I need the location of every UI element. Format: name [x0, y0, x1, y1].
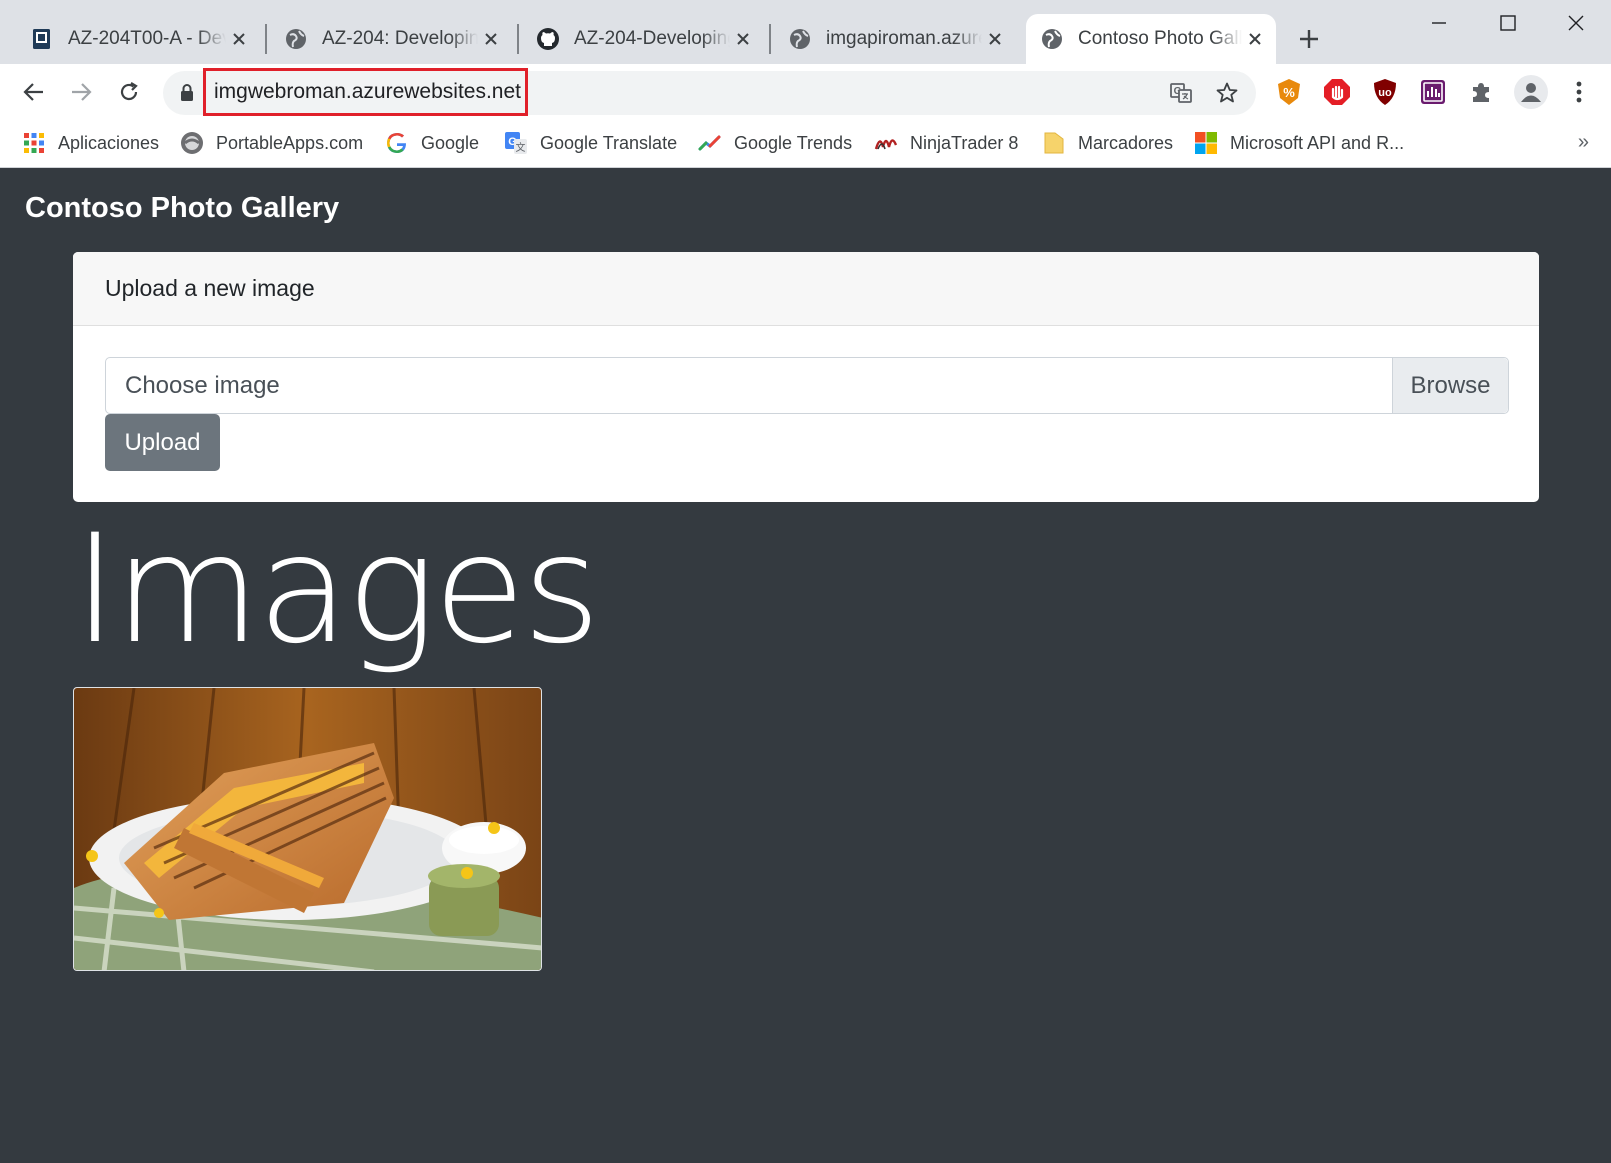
bookmark-portableapps[interactable]: PortableApps.com: [180, 127, 363, 159]
close-icon[interactable]: [1242, 26, 1268, 52]
close-icon[interactable]: [478, 26, 504, 52]
bookmark-ninjatrader[interactable]: NinjaTrader 8: [874, 127, 1018, 159]
forward-button[interactable]: [63, 74, 99, 110]
translate-page-button[interactable]: G: [1167, 79, 1195, 107]
tab-imgapiroman[interactable]: imgapiroman.azurewebsites: [774, 14, 1016, 64]
bookmark-star-button[interactable]: [1213, 79, 1241, 107]
images-heading: Images: [73, 503, 601, 677]
upload-card: Upload a new image Choose image Browse U…: [73, 252, 1539, 502]
tab-label: AZ-204T00-A - Developing: [68, 28, 226, 49]
bookmark-google-trends[interactable]: Google Trends: [698, 127, 852, 159]
tab-label: AZ-204: Developing: [322, 28, 478, 49]
tab-github-az204[interactable]: AZ-204-Developing: [522, 14, 764, 64]
sandwich-photo: [74, 688, 541, 970]
upload-card-header: Upload a new image: [73, 252, 1539, 326]
minimize-button[interactable]: [1424, 8, 1454, 38]
svg-text:%: %: [1283, 85, 1295, 100]
bookmark-label: NinjaTrader 8: [910, 132, 1019, 153]
page-content: Contoso Photo Gallery Upload a new image…: [0, 168, 1611, 1163]
avatar-icon: [1521, 83, 1541, 102]
bookmark-microsoft-api[interactable]: Microsoft API and R...: [1194, 127, 1404, 159]
tab-az204-developing[interactable]: AZ-204: Developing: [270, 14, 512, 64]
google-trends-icon: [698, 131, 722, 155]
bookmark-label: Aplicaciones: [58, 132, 160, 153]
browser-toolbar: imgwebroman.azurewebsites.net G % uo: [0, 64, 1611, 119]
arrow-left-icon: [23, 83, 43, 101]
reload-button[interactable]: [111, 74, 147, 110]
bookmark-google[interactable]: Google: [385, 127, 479, 159]
bookmarks-bar: Aplicaciones PortableApps.com Google G文 …: [0, 119, 1611, 168]
bookmark-label: PortableApps.com: [216, 132, 364, 153]
ublock-extension-icon[interactable]: uo: [1370, 77, 1400, 107]
portableapps-icon: [180, 131, 204, 155]
close-window-button[interactable]: [1561, 8, 1591, 38]
tab-divider: [265, 24, 267, 54]
bookmarks-overflow-button[interactable]: »: [1578, 131, 1589, 154]
globe-icon: [286, 29, 306, 49]
plus-icon: [1300, 30, 1318, 48]
more-vert-icon: [1576, 81, 1582, 103]
bookmark-google-translate[interactable]: G文 Google Translate: [504, 127, 677, 159]
reload-icon: [120, 82, 138, 101]
tab-divider: [769, 24, 771, 54]
github-icon: [537, 28, 559, 50]
navbar-brand[interactable]: Contoso Photo Gallery: [25, 192, 339, 225]
file-chooser-placeholder: Choose image: [125, 371, 280, 399]
microsoft-icon: [1194, 131, 1218, 155]
extensions-puzzle-button[interactable]: [1466, 77, 1496, 107]
google-translate-icon: G文: [504, 131, 528, 155]
google-icon: [385, 131, 409, 155]
url-highlight[interactable]: imgwebroman.azurewebsites.net: [203, 68, 528, 116]
browser-menu-button[interactable]: [1564, 77, 1594, 107]
bookmark-label: Microsoft API and R...: [1230, 132, 1405, 153]
close-icon[interactable]: [982, 26, 1008, 52]
analytics-extension-icon[interactable]: [1418, 77, 1448, 107]
tab-strip: AZ-204T00-A - Developing AZ-204: Develop…: [0, 0, 1611, 64]
back-button[interactable]: [16, 74, 52, 110]
bookmark-label: Google Trends: [734, 132, 853, 153]
maximize-icon: [1500, 15, 1516, 31]
lock-icon: [181, 84, 193, 101]
apps-grid-icon: [22, 131, 46, 155]
bookmark-label: Google: [421, 132, 480, 153]
minimize-icon: [1432, 22, 1446, 24]
close-icon: [1568, 15, 1584, 31]
upload-card-title: Upload a new image: [105, 275, 315, 301]
bookmark-aplicaciones[interactable]: Aplicaciones: [22, 127, 159, 159]
globe-icon: [790, 29, 810, 49]
adblock-extension-icon[interactable]: [1322, 77, 1352, 107]
url-text: imgwebroman.azurewebsites.net: [214, 80, 521, 103]
svg-text:文: 文: [516, 141, 526, 154]
browse-button[interactable]: Browse: [1392, 358, 1508, 413]
address-bar[interactable]: imgwebroman.azurewebsites.net G: [163, 68, 1256, 116]
star-icon: [1216, 82, 1238, 103]
tab-label: imgapiroman.azurewebsites: [826, 28, 982, 49]
maximize-button[interactable]: [1493, 8, 1523, 38]
tab-label: AZ-204-Developing: [574, 28, 730, 49]
profile-button[interactable]: [1514, 75, 1548, 109]
bookmark-label: Google Translate: [540, 132, 678, 153]
folder-icon: [1042, 131, 1066, 155]
translate-icon: G: [1170, 83, 1192, 103]
bookmark-marcadores-folder[interactable]: Marcadores: [1042, 127, 1173, 159]
ninjatrader-icon: [874, 131, 898, 155]
tab-divider: [517, 24, 519, 54]
file-chooser[interactable]: Choose image Browse: [105, 357, 1509, 414]
honey-extension-icon[interactable]: %: [1274, 77, 1304, 107]
close-icon[interactable]: [226, 26, 252, 52]
globe-icon: [1042, 29, 1062, 49]
bookmark-label: Marcadores: [1078, 132, 1174, 153]
puzzle-icon: [1473, 83, 1489, 102]
tab-label: Contoso Photo Gallery: [1078, 28, 1242, 49]
arrow-right-icon: [72, 83, 92, 101]
book-icon: [33, 29, 50, 49]
gallery-image-sandwich[interactable]: [73, 687, 542, 971]
svg-text:uo: uo: [1378, 87, 1392, 99]
tab-contoso-photo-gallery[interactable]: Contoso Photo Gallery: [1026, 14, 1276, 64]
close-icon[interactable]: [730, 26, 756, 52]
new-tab-button[interactable]: [1294, 24, 1324, 54]
upload-button[interactable]: Upload: [105, 414, 220, 471]
tab-az204t00[interactable]: AZ-204T00-A - Developing: [16, 14, 260, 64]
